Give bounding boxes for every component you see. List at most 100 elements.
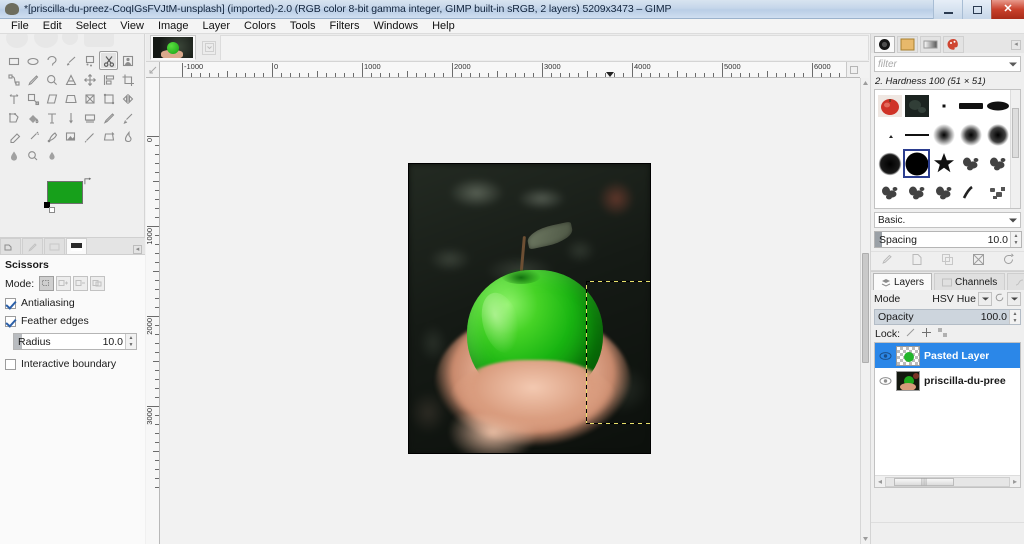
shear-tool[interactable] [42,89,61,108]
opacity-spinner[interactable]: ▲ ▼ [1009,310,1020,324]
brush-cell-splatters-02[interactable] [957,207,984,208]
foreground-select-tool[interactable] [118,51,137,70]
table-row[interactable]: Pasted Layer [875,343,1020,368]
palettes-tab[interactable] [943,36,964,53]
lock-pixels-icon[interactable] [905,327,916,341]
menu-colors[interactable]: Colors [237,19,283,34]
radius-spinner[interactable]: ▲ ▼ [125,334,136,349]
eraser-tool[interactable] [4,127,23,146]
layers-scroll-right-icon[interactable]: ▸ [1010,477,1020,486]
scissors-select-tool[interactable] [99,51,118,70]
canvas-image[interactable] [408,163,651,454]
menu-view[interactable]: View [113,19,151,34]
brush-cell-apple-brush[interactable] [876,91,903,120]
brush-cell-hardness-big[interactable] [903,149,930,178]
brush-cell-bristles-01[interactable] [903,178,930,207]
layer-name[interactable]: priscilla-du-pree [924,375,1006,387]
menu-image[interactable]: Image [151,19,196,34]
cage-transform-tool[interactable] [4,108,23,127]
mode-replace-button[interactable] [39,276,55,291]
tab-paths[interactable]: Paths [1007,273,1024,290]
color-picker-tool[interactable] [23,70,42,89]
menu-edit[interactable]: Edit [36,19,69,34]
tab-list-dropdown-icon[interactable] [202,40,216,55]
crop-tool[interactable] [118,70,137,89]
brush-cell-hardness-100[interactable] [984,120,1011,149]
zoom-fit-button[interactable] [846,62,860,78]
spacing-slider[interactable]: Spacing 10.0 ▲ ▼ [874,231,1022,248]
image-tab[interactable] [150,35,196,60]
images-tab-icon[interactable] [66,238,87,254]
brush-cell-hardness-075[interactable] [957,120,984,149]
brush-set-combo[interactable]: Basic. [874,212,1021,228]
scroll-up-arrow-icon[interactable] [861,78,870,88]
brush-cell-texture-brush[interactable] [903,91,930,120]
gradients-tab[interactable] [920,36,941,53]
menu-windows[interactable]: Windows [366,19,425,34]
antialiasing-checkbox[interactable] [5,297,16,309]
foreground-color-swatch[interactable] [47,181,83,204]
layers-scroll-left-icon[interactable]: ◂ [875,477,885,486]
antialiasing-row[interactable]: Antialiasing [5,297,140,309]
brush-cell-acrylic-01[interactable] [957,149,984,178]
patterns-tab[interactable] [897,36,918,53]
spacing-spinner[interactable]: ▲ ▼ [1010,232,1021,247]
pencil-tool[interactable] [99,108,118,127]
menu-file[interactable]: File [4,19,36,34]
perspective-clone-tool[interactable] [99,127,118,146]
text-tool[interactable] [42,108,61,127]
brush-filter-input[interactable]: filter [874,56,1021,72]
clone-tool[interactable] [61,127,80,146]
free-select-tool[interactable] [42,51,61,70]
brush-cell-splatters-01[interactable] [930,207,957,208]
zoom-tool[interactable] [42,70,61,89]
blur-sharpen-tool[interactable] [4,146,23,165]
layer-mode-reset-icon[interactable] [994,292,1005,306]
smudge-tool[interactable] [118,127,137,146]
brush-cell-acrylic-02[interactable] [984,149,1011,178]
brush-cell-chalk-01[interactable] [984,178,1011,207]
vertical-scroll-thumb[interactable] [862,253,869,363]
filter-chevron-down-icon[interactable] [1009,62,1017,67]
mode-add-button[interactable] [56,276,72,291]
device-status-tab-icon[interactable] [22,238,43,254]
dodge-burn-tool[interactable] [23,146,42,165]
layer-name[interactable]: Pasted Layer [924,350,989,362]
menu-filters[interactable]: Filters [323,19,367,34]
horizontal-ruler[interactable]: -1000 0 1000 2000 3000 4000 5000 6000 [160,62,860,78]
menu-tools[interactable]: Tools [283,19,323,34]
swap-colors-icon[interactable] [84,177,93,186]
mode-intersect-button[interactable] [90,276,106,291]
alignment-tool[interactable] [99,70,118,89]
layer-mode-composite-dropdown[interactable] [1007,292,1021,306]
refresh-brushes-icon[interactable] [1002,253,1015,269]
paths-tool[interactable] [4,70,23,89]
layer-mode-dropdown[interactable] [978,292,992,306]
edit-brush-icon[interactable] [880,253,893,269]
interactive-boundary-checkbox[interactable] [5,358,16,370]
ink-tool[interactable] [42,127,61,146]
brush-grid-scrollbar[interactable] [1010,90,1020,208]
perspective-tool[interactable] [61,89,80,108]
menu-select[interactable]: Select [69,19,114,34]
scroll-down-arrow-icon[interactable] [861,534,870,544]
brush-grid[interactable] [874,89,1021,209]
new-brush-icon[interactable] [910,253,923,269]
menu-layer[interactable]: Layer [196,19,238,34]
paintbrush-tool[interactable] [118,108,137,127]
lock-alpha-icon[interactable] [937,327,948,341]
brush-cell-hardness-100-lg[interactable] [876,149,903,178]
maximize-button[interactable] [962,0,991,19]
delete-brush-icon[interactable] [972,253,985,269]
brush-cell-hardness-050[interactable] [930,120,957,149]
brush-cell-sparks-02[interactable] [903,207,930,208]
measure-tool[interactable] [61,70,80,89]
brush-cell-calligraphic[interactable] [957,178,984,207]
brush-cell-hardness-025[interactable] [903,120,930,149]
brush-cell-block-02[interactable] [984,91,1011,120]
duplicate-brush-icon[interactable] [941,253,954,269]
scale-tool[interactable] [23,89,42,108]
radius-slider[interactable]: Radius 10.0 ▲ ▼ [13,333,137,350]
brush-cell-bristles-02[interactable] [930,178,957,207]
lock-position-icon[interactable] [921,327,932,341]
